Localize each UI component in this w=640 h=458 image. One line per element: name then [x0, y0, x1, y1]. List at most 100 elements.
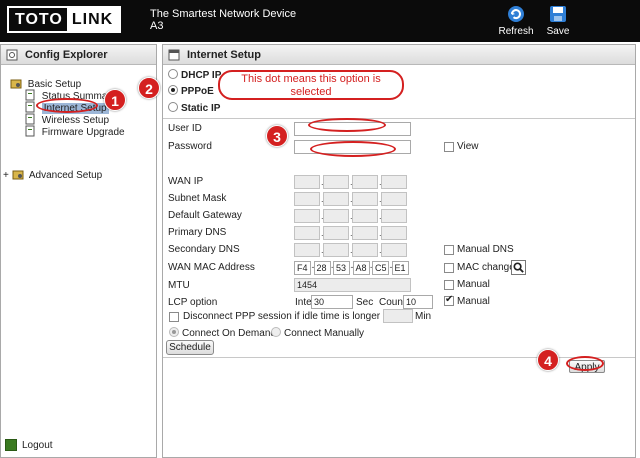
mac-octet-input[interactable]: 28	[313, 261, 331, 275]
save-label: Save	[546, 26, 570, 37]
logo-link: LINK	[66, 8, 120, 31]
radio-pppoe-control[interactable]	[168, 85, 178, 95]
ip-octet-input[interactable]	[294, 226, 320, 240]
selected-dot-callout: This dot means this option is selected	[218, 70, 404, 100]
page-icon	[25, 125, 35, 137]
lcp-option-label: LCP option	[168, 297, 218, 308]
ip-octet-input[interactable]	[352, 243, 378, 257]
wan-mac-label: WAN MAC Address	[168, 262, 255, 273]
mtu-input[interactable]: 1454	[294, 278, 411, 292]
mac-change-checkbox[interactable]	[444, 263, 454, 273]
folder-gear-icon	[12, 170, 24, 180]
mac-search-button[interactable]	[511, 260, 526, 275]
logout-link[interactable]: Logout	[5, 439, 53, 451]
password-label: Password	[168, 141, 212, 152]
connect-manually-control[interactable]	[271, 327, 281, 337]
config-explorer-title: Config Explorer	[25, 49, 108, 61]
connect-on-demand-label: Connect On Demand	[182, 328, 276, 339]
ip-octet-input[interactable]	[381, 175, 407, 189]
ip-octet-input[interactable]	[381, 209, 407, 223]
ip-octet-input[interactable]	[294, 243, 320, 257]
tree-advanced-setup[interactable]: + Advanced Setup	[3, 168, 102, 181]
ip-octet-input[interactable]	[381, 192, 407, 206]
view-password-checkbox[interactable]	[444, 142, 454, 152]
radio-connect-on-demand[interactable]: Connect On Demand	[169, 327, 276, 339]
ip-octet-input[interactable]	[352, 209, 378, 223]
radio-static-ip[interactable]: Static IP	[168, 102, 220, 114]
ip-octet-input[interactable]	[323, 192, 349, 206]
logout-icon	[5, 439, 17, 451]
mtu-label: MTU	[168, 280, 190, 291]
save-icon	[550, 6, 566, 22]
secondary-dns-label: Secondary DNS	[168, 244, 240, 255]
radio-connect-manually[interactable]: Connect Manually	[271, 327, 364, 339]
ip-octet-input[interactable]	[352, 175, 378, 189]
highlight-oval-apply	[566, 356, 604, 371]
count-input[interactable]: 10	[403, 295, 433, 309]
mac-octet-input[interactable]: E1	[391, 261, 409, 275]
config-explorer-header: Config Explorer	[1, 45, 156, 65]
window-icon	[168, 49, 180, 61]
radio-static-control[interactable]	[168, 102, 178, 112]
ip-octet-input[interactable]	[323, 226, 349, 240]
refresh-label: Refresh	[498, 26, 534, 37]
ip-octet-input[interactable]	[323, 209, 349, 223]
ip-octet-input[interactable]	[352, 226, 378, 240]
user-id-label: User ID	[168, 123, 202, 134]
mac-octet-input[interactable]: F4	[294, 261, 311, 275]
mac-octet-input[interactable]: A8	[352, 261, 370, 275]
advanced-setup-label: Advanced Setup	[28, 170, 103, 181]
ip-octet-input[interactable]	[381, 226, 407, 240]
mac-octet-input[interactable]: 53	[333, 261, 350, 275]
expand-plus-icon[interactable]: +	[3, 170, 9, 181]
page-icon	[25, 113, 35, 125]
divider	[163, 357, 635, 358]
internet-setup-panel: Internet Setup DHCP IP PPPoE Static IP U…	[162, 44, 636, 458]
highlight-oval-internet-setup	[36, 98, 98, 113]
radio-dhcp-control[interactable]	[168, 69, 178, 79]
refresh-button[interactable]: Refresh	[496, 4, 536, 37]
mtu-manual-label: Manual	[457, 279, 490, 290]
disconnect-checkbox[interactable]	[169, 312, 179, 322]
logout-label: Logout	[22, 439, 53, 451]
sidebar-item-firmware-upgrade[interactable]: Firmware Upgrade	[24, 125, 125, 138]
step-1-badge: 1	[104, 89, 126, 111]
mac-octet-input[interactable]: C5	[372, 261, 389, 275]
count-label: Count	[379, 297, 406, 308]
lcp-manual-checkbox[interactable]	[444, 294, 454, 306]
ip-octet-input[interactable]	[381, 243, 407, 257]
step-3-badge: 3	[266, 125, 288, 147]
radio-pppoe[interactable]: PPPoE	[168, 85, 214, 97]
ip-octet-input[interactable]	[323, 243, 349, 257]
mac-change-label: MAC change	[457, 262, 515, 273]
model-name: A3	[150, 20, 164, 32]
view-label: View	[457, 141, 479, 152]
manual-dns-checkbox[interactable]	[444, 245, 454, 255]
dhcp-ip-label: DHCP IP	[181, 70, 222, 81]
ip-octet-input[interactable]	[352, 192, 378, 206]
ip-octet-input[interactable]	[294, 175, 320, 189]
static-ip-label: Static IP	[181, 103, 221, 114]
pppoe-label: PPPoE	[181, 86, 214, 97]
min-label: Min	[415, 311, 432, 322]
mtu-manual-checkbox[interactable]	[444, 280, 454, 290]
ip-octet-input[interactable]	[294, 192, 320, 206]
refresh-icon	[508, 6, 524, 22]
default-gateway-label: Default Gateway	[168, 210, 242, 221]
radio-dhcp-ip[interactable]: DHCP IP	[168, 69, 221, 81]
tagline: The Smartest Network Device A3	[150, 8, 296, 32]
ip-octet-input[interactable]	[323, 175, 349, 189]
save-button[interactable]: Save	[538, 4, 578, 37]
top-header: TOTO LINK The Smartest Network Device A3…	[0, 0, 640, 42]
internet-setup-header: Internet Setup	[163, 45, 635, 65]
step-2-badge: 2	[138, 77, 160, 99]
wan-ip-label: WAN IP	[168, 176, 204, 187]
schedule-button[interactable]: Schedule	[166, 340, 214, 355]
disconnect-label: Disconnect PPP session if idle time is l…	[183, 311, 403, 322]
divider	[163, 118, 635, 119]
explorer-icon	[6, 49, 18, 61]
idle-time-input[interactable]	[383, 309, 413, 323]
interval-input[interactable]: 30	[311, 295, 353, 309]
ip-octet-input[interactable]	[294, 209, 320, 223]
connect-on-demand-control[interactable]	[169, 327, 179, 337]
